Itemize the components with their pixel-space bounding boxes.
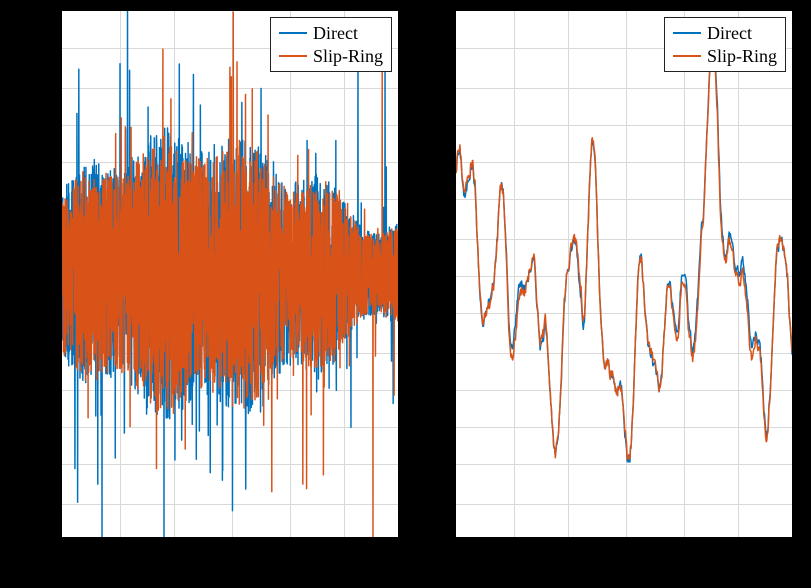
line-series-left	[62, 11, 398, 537]
legend-left: Direct Slip-Ring	[270, 17, 392, 72]
plot-area-left: Direct Slip-Ring	[60, 9, 400, 539]
legend-label-slipring: Slip-Ring	[313, 45, 383, 68]
legend-swatch-slipring	[279, 55, 307, 57]
legend-entry-slipring: Slip-Ring	[673, 45, 777, 68]
chart-left: Direct Slip-Ring	[60, 9, 400, 539]
legend-label-direct: Direct	[313, 22, 358, 45]
legend-entry-direct: Direct	[673, 22, 777, 45]
legend-swatch-direct	[279, 32, 307, 34]
plot-area-right: Direct Slip-Ring	[454, 9, 794, 539]
legend-entry-direct: Direct	[279, 22, 383, 45]
legend-swatch-slipring	[673, 55, 701, 57]
legend-right: Direct Slip-Ring	[664, 17, 786, 72]
legend-swatch-direct	[673, 32, 701, 34]
legend-entry-slipring: Slip-Ring	[279, 45, 383, 68]
legend-label-slipring: Slip-Ring	[707, 45, 777, 68]
line-series-right	[456, 11, 792, 537]
chart-right: Direct Slip-Ring	[454, 9, 794, 539]
legend-label-direct: Direct	[707, 22, 752, 45]
